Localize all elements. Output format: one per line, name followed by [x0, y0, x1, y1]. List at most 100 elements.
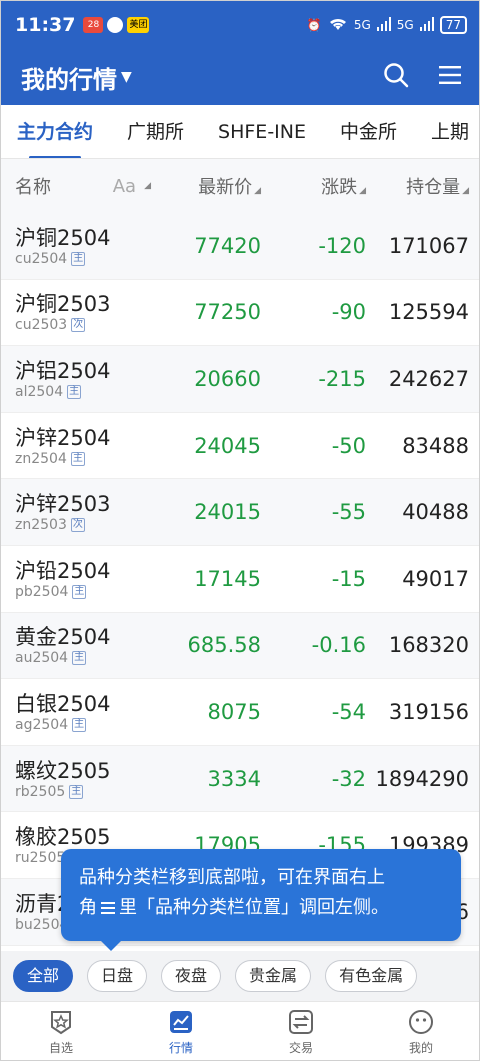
tab-shanghai[interactable]: 上期 [431, 105, 469, 158]
signal-bars-icon [376, 16, 391, 34]
header-price: 最新价 [198, 177, 253, 198]
app-bar: 我的行情 ▼ [1, 49, 479, 105]
bottom-nav: 自选 行情 交易 我的 [1, 1001, 479, 1060]
exchange-tabs: 主力合约 广期所 SHFE-INE 中金所 上期 [1, 105, 479, 159]
filter-day[interactable]: 日盘 [87, 960, 148, 992]
nav-label: 自选 [48, 1040, 73, 1055]
signal-5g-label-2: 5G [396, 18, 414, 32]
price-cell: 3334 [207, 766, 261, 791]
table-row[interactable]: 沪铜2503 cu2503 次 77250 -90 125594 [1, 280, 479, 347]
contract-name: 螺纹2505 [15, 758, 111, 783]
page-title[interactable]: 我的行情 [21, 60, 117, 95]
filter-night[interactable]: 夜盘 [161, 960, 222, 992]
tip-line-1: 品种分类栏移到底部啦，可在界面右上 [79, 867, 385, 888]
oi-cell: 40488 [402, 500, 469, 525]
oi-cell: 49017 [402, 566, 469, 591]
header-change: 涨跌 [321, 177, 358, 198]
meituan-icon: 美团 [127, 17, 150, 33]
tip-line-2a: 角 [79, 897, 97, 918]
status-right: ⏰ 5G 5G 77 [307, 16, 467, 35]
tab-cffex[interactable]: 中金所 [340, 105, 397, 158]
star-shield-icon [51, 1010, 71, 1034]
price-cell: 24015 [194, 500, 261, 525]
tab-shfe-ine[interactable]: SHFE-INE [218, 105, 306, 158]
filter-all[interactable]: 全部 [13, 960, 74, 992]
table-row[interactable]: 螺纹2505 rb2505 主 3334 -32 1894290 [1, 745, 479, 813]
contract-tag: 主 [69, 784, 84, 799]
signal-bars-icon-2 [419, 16, 434, 34]
battery-icon: 77 [439, 16, 467, 34]
price-cell: 8075 [207, 699, 261, 724]
table-row[interactable]: 沪锌2504 zn2504 主 24045 -50 83488 [1, 413, 479, 480]
change-cell: -15 [331, 566, 366, 591]
alarm-icon: ⏰ [306, 18, 322, 32]
oi-cell: 168320 [388, 633, 469, 658]
header-name: 名称 [15, 177, 51, 198]
tip-line-2b: 里「品种分类栏位置」调回左侧。 [119, 897, 389, 918]
category-bar-tip[interactable]: 品种分类栏移到底部啦，可在界面右上 角 里「品种分类栏位置」调回左侧。 [61, 849, 461, 951]
contract-code: cu2503 [15, 317, 68, 334]
table-row[interactable]: 沪铜2504 cu2504 主 77420 -120 171067 [1, 213, 479, 280]
font-size-toggle[interactable]: Aa [113, 176, 136, 197]
price-cell: 685.58 [187, 633, 261, 658]
contract-code: cu2504 [15, 250, 68, 267]
contract-name: 沪锌2504 [15, 425, 111, 450]
contract-tag: 主 [70, 451, 85, 466]
header-change-cell[interactable]: 涨跌 ◢ [261, 173, 366, 199]
change-cell: -90 [331, 300, 366, 325]
contract-code: ru2505 [15, 850, 66, 867]
nav-label: 我的 [408, 1040, 433, 1055]
table-header: 名称 Aa ◢ 最新价 ◢ 涨跌 ◢ 持仓量 ◢ [1, 159, 479, 213]
contract-code: au2504 [15, 650, 69, 667]
nav-watchlist[interactable]: 自选 [1, 1002, 121, 1060]
filter-nonferrous[interactable]: 有色金属 [325, 960, 418, 992]
table-row[interactable]: 沪锌2503 zn2503 次 24015 -55 40488 [1, 479, 479, 546]
change-cell: -50 [331, 433, 366, 458]
table-row[interactable]: 黄金2504 au2504 主 685.58 -0.16 168320 [1, 612, 479, 680]
wifi-icon [328, 16, 348, 35]
search-icon[interactable] [383, 62, 409, 92]
change-cell: -215 [318, 366, 366, 391]
table-row[interactable]: 白银2504 ag2504 主 8075 -54 319156 [1, 679, 479, 746]
tip-line-2: 角 里「品种分类栏位置」调回左侧。 [79, 893, 443, 923]
contract-code: zn2503 [15, 517, 67, 534]
contract-tag: 主 [72, 651, 87, 666]
contract-name: 白银2504 [15, 691, 111, 716]
contract-tag: 次 [70, 518, 85, 533]
contract-code: pb2504 [15, 583, 69, 600]
table-row[interactable]: 沪铝2504 al2504 主 20660 -215 242627 [1, 346, 479, 413]
nav-market[interactable]: 行情 [121, 1002, 241, 1060]
tab-gfex[interactable]: 广期所 [127, 105, 184, 158]
nav-trade[interactable]: 交易 [241, 1002, 361, 1060]
table-row[interactable]: 沪铅2504 pb2504 主 17145 -15 49017 [1, 546, 479, 613]
oi-cell: 125594 [388, 300, 469, 325]
sort-icon: ◢ [254, 186, 261, 196]
contract-code: rb2505 [15, 783, 66, 800]
oi-cell: 83488 [402, 433, 469, 458]
oi-cell: 319156 [388, 699, 469, 724]
transfer-icon [289, 1009, 313, 1034]
status-time: 11:37 [15, 14, 76, 36]
header-price-cell[interactable]: 最新价 ◢ [151, 173, 261, 199]
contract-tag: 主 [72, 717, 87, 732]
sort-icon[interactable]: ◢ [144, 181, 151, 191]
change-cell: -32 [331, 766, 366, 791]
price-cell: 77420 [194, 233, 261, 258]
menu-icon[interactable] [439, 65, 461, 89]
header-oi-cell[interactable]: 持仓量 ◢ [366, 173, 479, 199]
tab-main-contracts[interactable]: 主力合约 [17, 105, 93, 158]
nav-mine[interactable]: 我的 [361, 1002, 479, 1060]
contract-name: 沪锌2503 [15, 492, 111, 517]
filter-precious-metals[interactable]: 贵金属 [235, 960, 312, 992]
price-cell: 20660 [194, 366, 261, 391]
contract-code: ag2504 [15, 716, 69, 733]
contract-name: 沪铝2504 [15, 358, 111, 383]
contract-tag: 主 [67, 384, 82, 399]
menu-icon [101, 902, 115, 914]
screen: 11:37 28 美团 ⏰ 5G 5G 77 我的行情 ▼ 主力合约 广期所 S… [0, 0, 480, 1061]
price-cell: 17145 [194, 566, 261, 591]
header-oi: 持仓量 [406, 177, 461, 198]
oi-cell: 242627 [388, 366, 469, 391]
title-dropdown-icon[interactable]: ▼ [121, 69, 132, 85]
contract-name: 沪铜2504 [15, 225, 111, 250]
